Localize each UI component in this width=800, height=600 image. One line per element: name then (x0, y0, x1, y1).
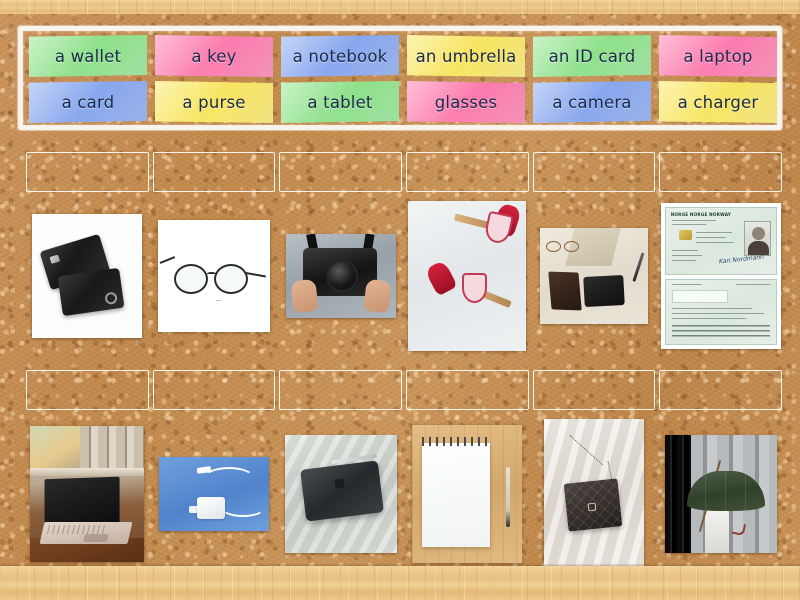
umbrella-photo (664, 435, 777, 553)
word-tile-label: a laptop (683, 46, 753, 66)
word-bank-row-2: a card a purse a tablet glasses a camera… (29, 81, 777, 123)
word-bank: a wallet a key a notebook an umbrella an… (18, 26, 782, 130)
word-tile-label: a wallet (54, 46, 122, 66)
word-tile-label: a notebook (292, 46, 388, 66)
word-tile-a-wallet[interactable]: a wallet (29, 35, 147, 77)
eyeglasses-photo: — (158, 220, 270, 332)
word-bank-row-1: a wallet a key a notebook an umbrella an… (29, 35, 777, 77)
camera-photo (285, 234, 396, 318)
word-tile-a-purse[interactable]: a purse (155, 81, 273, 123)
word-tile-label: an umbrella (415, 46, 517, 66)
word-tile-an-id-card[interactable]: an ID card (533, 35, 651, 77)
word-tile-a-card[interactable]: a card (29, 81, 147, 123)
picture-cell (533, 414, 656, 574)
picture-cell (659, 414, 782, 574)
picture-cell: — (153, 196, 276, 356)
drop-slot-row-1 (26, 152, 783, 192)
word-tile-label: a purse (182, 92, 246, 112)
drop-slot[interactable] (152, 152, 276, 192)
drop-slot[interactable] (406, 152, 529, 192)
picture-row-1: — NORGE NORGE NORWAY Kari Nordmann (26, 196, 782, 356)
credit-cards-photo (32, 214, 143, 338)
word-tile-label: a charger (677, 92, 759, 112)
purse-photo (544, 419, 645, 569)
drop-slot-row-2 (26, 370, 783, 410)
drop-slot[interactable] (279, 370, 403, 410)
charger-photo (159, 457, 269, 531)
frame-bottom (0, 566, 800, 600)
word-tile-label: glasses (434, 92, 498, 112)
word-tile-a-camera[interactable]: a camera (533, 81, 651, 123)
picture-cell (406, 414, 529, 574)
word-tile-label: a card (61, 92, 115, 112)
word-tile-label: a camera (552, 92, 632, 112)
notebook-photo (412, 425, 523, 563)
word-tile-a-tablet[interactable]: a tablet (281, 81, 399, 123)
word-tile-label: a tablet (307, 92, 373, 112)
picture-cell (533, 196, 656, 356)
tablet-photo (284, 435, 397, 553)
frame-top (0, 0, 800, 14)
picture-row-2 (26, 414, 782, 574)
word-tile-label: a key (191, 46, 237, 66)
picture-cell (279, 196, 402, 356)
drop-slot[interactable] (532, 152, 656, 192)
drop-slot[interactable] (279, 152, 403, 192)
word-tile-a-charger[interactable]: a charger (659, 81, 777, 123)
drop-slot[interactable] (26, 152, 149, 192)
picture-cell (26, 196, 149, 356)
drop-slot[interactable] (532, 370, 656, 410)
wallet-photo (540, 228, 649, 324)
word-tile-a-laptop[interactable]: a laptop (659, 35, 777, 77)
word-tile-a-key[interactable]: a key (155, 35, 273, 77)
picture-cell (279, 414, 402, 574)
laptop-photo (30, 426, 145, 562)
picture-cell (406, 196, 529, 356)
word-tile-a-notebook[interactable]: a notebook (281, 35, 399, 77)
drop-slot[interactable] (152, 370, 276, 410)
drop-slot[interactable] (659, 152, 783, 192)
drop-slot[interactable] (406, 370, 529, 410)
word-tile-label: an ID card (548, 46, 636, 66)
picture-cell (153, 414, 276, 574)
id-card-header: NORGE NORGE NORWAY (670, 212, 731, 217)
word-tile-an-umbrella[interactable]: an umbrella (407, 35, 525, 77)
id-card-signature: Kari Nordmann (718, 253, 764, 266)
activity-board: a wallet a key a notebook an umbrella an… (0, 0, 800, 600)
drop-slot[interactable] (26, 370, 149, 410)
word-tile-glasses[interactable]: glasses (407, 81, 525, 123)
drop-slot[interactable] (659, 370, 783, 410)
keys-photo (408, 201, 527, 351)
id-card-photo: NORGE NORGE NORWAY Kari Nordmann (660, 203, 781, 349)
picture-cell: NORGE NORGE NORWAY Kari Nordmann (659, 196, 782, 356)
picture-cell (26, 414, 149, 574)
